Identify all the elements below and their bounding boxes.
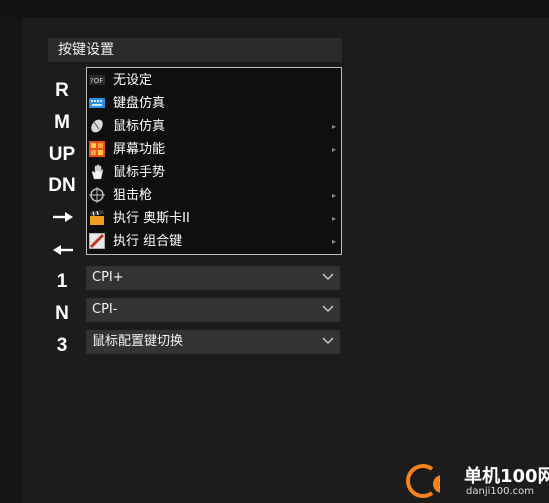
function-menu: ?OF 无设定 键盘仿真 鼠标仿真 ▸ 屏幕功能 ▸ 鼠标手势 狙击枪 ▸ 执行… — [86, 67, 342, 255]
menu-item-label: 鼠标仿真 — [113, 119, 166, 134]
key-label-1: 1 — [56, 271, 68, 292]
watermark: 单机100网 danji100.com — [398, 458, 549, 503]
select-value: CPI- — [92, 302, 118, 317]
menu-item-no-setting[interactable]: ?OF 无设定 — [87, 69, 341, 92]
select-key-n[interactable]: CPI- — [86, 298, 340, 322]
select-value: CPI+ — [92, 270, 124, 285]
clapperboard-icon — [90, 210, 104, 225]
key-label-up: UP — [48, 144, 76, 165]
key-label-dn: DN — [48, 175, 76, 196]
menu-item-keyboard-emulation[interactable]: 键盘仿真 — [87, 92, 341, 115]
select-key-3[interactable]: 鼠标配置键切换 — [86, 330, 340, 354]
top-bar — [0, 0, 549, 18]
menu-item-label: 狙击枪 — [113, 188, 153, 203]
menu-item-run-oscar[interactable]: 执行 奥斯卡II ▸ — [87, 207, 341, 230]
key-label-r: R — [55, 80, 69, 101]
submenu-arrow-icon: ▸ — [331, 214, 336, 223]
menu-item-mouse-gesture[interactable]: 鼠标手势 — [87, 161, 341, 184]
chevron-down-icon — [322, 273, 334, 280]
left-edge — [0, 18, 22, 503]
menu-item-label: 执行 奥斯卡II — [113, 211, 190, 226]
menu-item-label: 屏幕功能 — [113, 142, 166, 157]
section-title: 按键设置 — [48, 38, 342, 62]
key-label-n: N — [55, 303, 69, 324]
mouse-icon — [91, 119, 103, 133]
menu-item-label: 键盘仿真 — [113, 96, 166, 111]
svg-text:?OF: ?OF — [90, 77, 103, 85]
select-value: 鼠标配置键切换 — [92, 334, 184, 349]
menu-item-label: 执行 组合键 — [113, 234, 183, 249]
submenu-arrow-icon: ▸ — [331, 237, 336, 246]
submenu-arrow-icon: ▸ — [331, 122, 336, 131]
hand-gesture-icon — [91, 164, 104, 180]
screen-function-icon — [89, 141, 105, 157]
key-label-3: 3 — [56, 335, 68, 356]
arrow-right-icon — [53, 212, 73, 222]
menu-item-label: 无设定 — [113, 73, 153, 88]
chevron-down-icon — [322, 337, 334, 344]
chevron-down-icon — [322, 305, 334, 312]
key-label-m: M — [54, 112, 70, 133]
arrow-left-icon — [53, 245, 73, 255]
crosshair-icon — [89, 187, 105, 203]
watermark-url: danji100.com — [466, 486, 534, 497]
watermark-title: 单机100网 — [464, 466, 549, 487]
menu-item-mouse-emulation[interactable]: 鼠标仿真 ▸ — [87, 115, 341, 138]
combo-key-icon — [89, 233, 105, 249]
submenu-arrow-icon: ▸ — [331, 145, 336, 154]
menu-item-label: 鼠标手势 — [113, 165, 166, 180]
menu-item-sniper[interactable]: 狙击枪 ▸ — [87, 184, 341, 207]
menu-item-run-combo-key[interactable]: 执行 组合键 ▸ — [87, 230, 341, 253]
no-setting-icon: ?OF — [89, 75, 105, 85]
submenu-arrow-icon: ▸ — [331, 191, 336, 200]
keyboard-icon — [89, 98, 105, 108]
menu-item-screen-function[interactable]: 屏幕功能 ▸ — [87, 138, 341, 161]
select-key-1[interactable]: CPI+ — [86, 266, 340, 290]
watermark-logo-icon — [406, 464, 440, 498]
